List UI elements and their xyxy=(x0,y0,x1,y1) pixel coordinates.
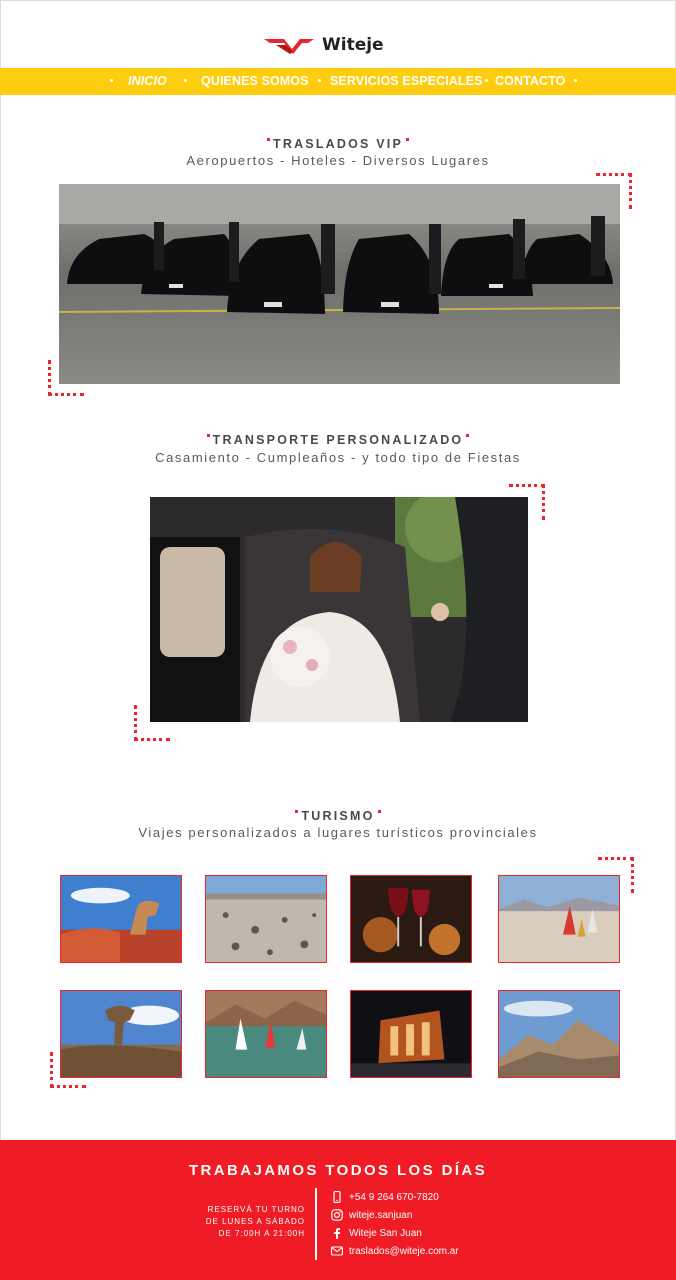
section-subtitle-transporte: Casamiento - Cumpleaños - y todo tipo de… xyxy=(155,450,521,465)
nav-separator-dot xyxy=(318,79,321,82)
contact-phone[interactable]: +54 9 264 670-7820 xyxy=(330,1190,439,1204)
contact-facebook-text: Witeje San Juan xyxy=(349,1227,422,1239)
contact-instagram[interactable]: witeje.sanjuan xyxy=(330,1208,412,1222)
schedule-line: RESERVÁ TU TURNO xyxy=(207,1205,305,1214)
facebook-icon xyxy=(330,1227,343,1240)
schedule-line: DE LUNES A SÁBADO xyxy=(205,1217,305,1226)
brand-name: Witeje xyxy=(322,35,384,55)
turismo-thumb-red-rocks[interactable] xyxy=(60,875,182,963)
section-title-vip-text: TRASLADOS VIP xyxy=(273,137,403,151)
turismo-thumb-stone-field[interactable] xyxy=(205,875,327,963)
mail-icon xyxy=(330,1245,343,1258)
contact-facebook[interactable]: Witeje San Juan xyxy=(330,1226,422,1240)
contact-email-text: traslados@witeje.com.ar xyxy=(349,1245,459,1257)
main-navbar: INICIO QUIENES SOMOS SERVICIOS ESPECIALE… xyxy=(0,68,676,95)
section-title-transporte: TRANSPORTE PERSONALIZADO xyxy=(0,433,676,447)
footer-divider xyxy=(315,1188,317,1260)
section-title-turismo-text: TURISMO xyxy=(301,809,375,823)
nav-item-quienes-somos[interactable]: QUIENES SOMOS xyxy=(201,68,309,95)
section-title-transporte-text: TRANSPORTE PERSONALIZADO xyxy=(212,433,464,447)
brand-logo[interactable]: Witeje xyxy=(262,30,384,60)
vip-cars-photo xyxy=(59,184,620,384)
turismo-thumb-night-building[interactable] xyxy=(350,990,472,1078)
footer: TRABAJAMOS TODOS LOS DÍAS RESERVÁ TU TUR… xyxy=(0,1140,676,1280)
nav-separator-dot xyxy=(574,79,577,82)
nav-separator-dot xyxy=(184,79,187,82)
section-title-vip: TRASLADOS VIP xyxy=(0,137,676,151)
contact-phone-text: +54 9 264 670-7820 xyxy=(349,1191,439,1203)
turismo-thumb-mushroom-rock[interactable] xyxy=(60,990,182,1078)
footer-schedule: RESERVÁ TU TURNO DE LUNES A SÁBADO DE 7:… xyxy=(206,1204,305,1240)
schedule-line: DE 7:00H A 21:00H xyxy=(218,1229,305,1238)
section-subtitle-vip: Aeropuertos - Hoteles - Diversos Lugares xyxy=(186,153,490,168)
turismo-thumb-land-sailing[interactable] xyxy=(498,875,620,963)
nav-item-servicios-especiales[interactable]: SERVICIOS ESPECIALES xyxy=(330,68,483,95)
nav-item-inicio[interactable]: INICIO xyxy=(128,68,167,95)
instagram-icon xyxy=(330,1209,343,1222)
nav-item-contacto[interactable]: CONTACTO xyxy=(495,68,565,95)
section-title-turismo: TURISMO xyxy=(0,809,676,823)
turismo-thumb-mountains[interactable] xyxy=(498,990,620,1078)
footer-title: TRABAJAMOS TODOS LOS DÍAS xyxy=(188,1162,488,1179)
contact-email[interactable]: traslados@witeje.com.ar xyxy=(330,1244,459,1258)
contact-instagram-text: witeje.sanjuan xyxy=(349,1209,413,1221)
wing-logo-icon xyxy=(264,39,314,54)
section-subtitle-turismo: Viajes personalizados a lugares turístic… xyxy=(138,825,538,840)
nav-separator-dot xyxy=(110,79,113,82)
turismo-thumb-wine[interactable] xyxy=(350,875,472,963)
bride-car-photo xyxy=(150,497,528,722)
nav-separator-dot xyxy=(485,79,488,82)
phone-icon xyxy=(330,1191,343,1204)
turismo-thumb-windsurf[interactable] xyxy=(205,990,327,1078)
